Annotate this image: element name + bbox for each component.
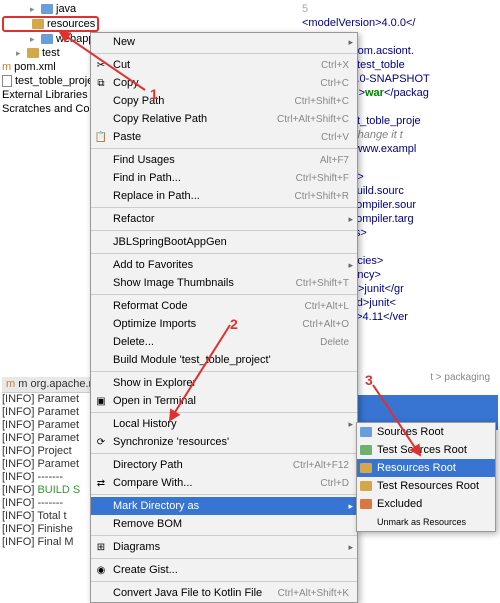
- menu-explorer[interactable]: Show in Explorer: [91, 374, 357, 392]
- menu-dirpath[interactable]: Directory PathCtrl+Alt+F12: [91, 456, 357, 474]
- menu-copy[interactable]: ⧉CopyCtrl+C: [91, 74, 357, 92]
- folder-icon: [41, 34, 53, 44]
- menu-copypath[interactable]: Copy PathCtrl+Shift+C: [91, 92, 357, 110]
- menu-localhist[interactable]: Local History▸: [91, 415, 357, 433]
- menu-terminal[interactable]: ▣Open in Terminal: [91, 392, 357, 410]
- menu-build[interactable]: Build Module 'test_toble_project': [91, 351, 357, 369]
- file-icon: [2, 75, 12, 87]
- folder-icon: [360, 481, 372, 491]
- menu-replaceinpath[interactable]: Replace in Path...Ctrl+Shift+R: [91, 187, 357, 205]
- terminal-icon: ▣: [94, 396, 108, 407]
- breadcrumb: t > packaging: [430, 372, 490, 383]
- sub-resources[interactable]: Resources Root: [357, 459, 495, 477]
- sub-testsources[interactable]: Test Sources Root: [357, 441, 495, 459]
- menu-addfav[interactable]: Add to Favorites▸: [91, 256, 357, 274]
- sub-testresources[interactable]: Test Resources Root: [357, 477, 495, 495]
- menu-thumbs[interactable]: Show Image ThumbnailsCtrl+Shift+T: [91, 274, 357, 292]
- sub-excluded[interactable]: Excluded: [357, 495, 495, 513]
- markdir-submenu: Sources Root Test Sources Root Resources…: [356, 422, 496, 532]
- folder-icon: [360, 445, 372, 455]
- menu-paste[interactable]: 📋PasteCtrl+V: [91, 128, 357, 146]
- folder-icon: [360, 499, 372, 509]
- compare-icon: ⇄: [94, 478, 108, 489]
- menu-optimports[interactable]: Optimize ImportsCtrl+Alt+O: [91, 315, 357, 333]
- menu-findinpath[interactable]: Find in Path...Ctrl+Shift+F: [91, 169, 357, 187]
- menu-delete[interactable]: Delete...Delete: [91, 333, 357, 351]
- menu-gist[interactable]: ◉Create Gist...: [91, 561, 357, 579]
- sub-sources[interactable]: Sources Root: [357, 423, 495, 441]
- sync-icon: ⟳: [94, 437, 108, 448]
- menu-new[interactable]: New▸: [91, 33, 357, 51]
- annotation-2: 2: [230, 316, 238, 332]
- sub-unmark[interactable]: Unmark as Resources: [357, 513, 495, 531]
- tree-java[interactable]: ▸java: [2, 2, 138, 16]
- menu-cut[interactable]: ✂CutCtrl+X: [91, 56, 357, 74]
- annotation-1: 1: [150, 86, 158, 102]
- menu-removebom[interactable]: Remove BOM: [91, 515, 357, 533]
- copy-icon: ⧉: [94, 78, 108, 89]
- menu-refactor[interactable]: Refactor▸: [91, 210, 357, 228]
- github-icon: ◉: [94, 565, 108, 576]
- menu-findusages[interactable]: Find UsagesAlt+F7: [91, 151, 357, 169]
- menu-reformat[interactable]: Reformat CodeCtrl+Alt+L: [91, 297, 357, 315]
- paste-icon: 📋: [94, 132, 108, 143]
- menu-diagrams[interactable]: ⊞Diagrams▸: [91, 538, 357, 556]
- tree-resources[interactable]: resources: [2, 16, 99, 32]
- folder-icon: [32, 19, 44, 29]
- folder-icon: [360, 427, 372, 437]
- annotation-3: 3: [365, 372, 373, 388]
- menu-sync[interactable]: ⟳Synchronize 'resources': [91, 433, 357, 451]
- folder-icon: [360, 463, 372, 473]
- folder-icon: [41, 4, 53, 14]
- menu-jbl[interactable]: JBLSpringBootAppGen: [91, 233, 357, 251]
- cut-icon: ✂: [94, 60, 108, 71]
- menu-kotlin[interactable]: Convert Java File to Kotlin FileCtrl+Alt…: [91, 584, 357, 602]
- folder-icon: [27, 48, 39, 58]
- menu-copyrelpath[interactable]: Copy Relative PathCtrl+Alt+Shift+C: [91, 110, 357, 128]
- context-menu: New▸ ✂CutCtrl+X ⧉CopyCtrl+C Copy PathCtr…: [90, 32, 358, 603]
- menu-markdir[interactable]: Mark Directory as▸: [91, 497, 357, 515]
- menu-compare[interactable]: ⇄Compare With...Ctrl+D: [91, 474, 357, 492]
